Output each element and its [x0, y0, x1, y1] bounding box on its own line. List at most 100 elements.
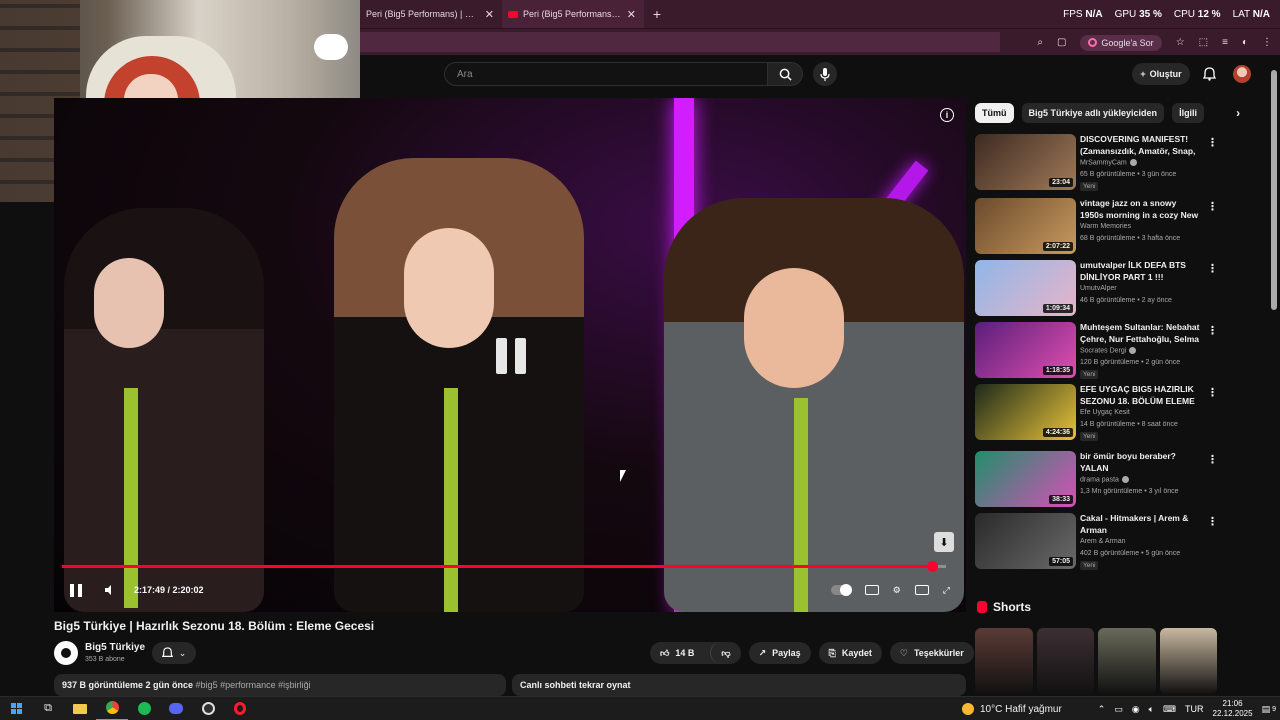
chip-from-uploader[interactable]: Big5 Türkiye adlı yükleyiciden [1021, 103, 1165, 123]
recommended-video[interactable]: 4:24:36 EFE UYGAÇ BIG5 HAZIRLIK SEZONU 18… [975, 384, 1220, 444]
recommended-title[interactable]: DISCOVERING MANIFEST! (Zamansızdık, Amat… [1080, 134, 1202, 157]
recommended-video[interactable]: 1:18:35 Muhteşem Sultanlar: Nebahat Çehre… [975, 322, 1220, 382]
recommended-title[interactable]: Muhteşem Sultanlar: Nebahat Çehre, Nur F… [1080, 322, 1202, 345]
video-thumbnail[interactable]: 57:05 [975, 513, 1076, 569]
recommended-channel[interactable]: drama pasta [1080, 476, 1129, 483]
cast-icon[interactable]: ▢ [1057, 37, 1066, 48]
video-thumbnail[interactable]: 23:04 [975, 134, 1076, 190]
kebab-menu-icon[interactable]: ⋮ [1262, 37, 1272, 48]
recommended-channel[interactable]: Efe Uygaç Kesit [1080, 409, 1130, 416]
clock[interactable]: 21:06 22.12.2025 [1213, 699, 1253, 719]
recommended-title[interactable]: bir ömür boyu beraber? YALAN [1080, 451, 1202, 474]
dislike-button[interactable]: 👎︎ [710, 642, 740, 664]
notifications-button[interactable] [1199, 64, 1219, 84]
keyboard-icon[interactable]: ⌨ [1163, 704, 1176, 715]
browser-tab-1[interactable]: Peri (Big5 Performans) | 5. Grup ✕ [360, 0, 502, 28]
account-avatar[interactable] [1233, 65, 1251, 83]
language-indicator[interactable]: TUR [1185, 704, 1204, 714]
save-button[interactable]: ⎘ Kaydet [818, 642, 882, 664]
bookmark-star-icon[interactable]: ☆ [1176, 37, 1185, 48]
description-box[interactable]: 937 B görüntüleme 2 gün önce #big5 #perf… [54, 674, 506, 696]
pause-button[interactable] [70, 583, 82, 597]
browser-tab-2[interactable]: Peri (Big5 Performans) | 6. Grup ✕ [502, 0, 644, 28]
subscribed-button[interactable]: ⌄ [152, 642, 196, 664]
recommended-video[interactable]: 38:33 bir ömür boyu beraber? YALAN drama p… [975, 451, 1220, 511]
address-bar[interactable] [360, 32, 1000, 52]
recommended-channel[interactable]: Socrates Dergi [1080, 347, 1137, 354]
notification-center-button[interactable]: ▤ 9 [1262, 704, 1276, 715]
recommended-video[interactable]: 2:07:22 vintage jazz on a snowy 1950s mor… [975, 198, 1220, 258]
volume-button[interactable] [104, 584, 116, 596]
pause-overlay-icon[interactable] [496, 338, 526, 374]
spotify-button[interactable] [128, 697, 160, 720]
reading-list-icon[interactable]: ≡ [1222, 37, 1228, 48]
recommended-title[interactable]: Cakal - Hitmakers | Arem & Arman [1080, 513, 1202, 536]
autoplay-toggle[interactable] [830, 584, 852, 596]
kebab-menu-icon[interactable]: ⋮ [1207, 386, 1218, 399]
network-icon[interactable]: ◉ [1132, 704, 1140, 715]
settings-gear-icon[interactable]: ⚙ [893, 585, 901, 596]
video-thumbnail[interactable]: 1:09:34 [975, 260, 1076, 316]
kebab-menu-icon[interactable]: ⋮ [1207, 262, 1218, 275]
video-thumbnail[interactable]: 38:33 [975, 451, 1076, 507]
close-icon[interactable]: ✕ [627, 8, 636, 21]
short-thumbnail[interactable] [1098, 628, 1156, 694]
zoom-icon[interactable]: ⌕ [1037, 37, 1043, 48]
kebab-menu-icon[interactable]: ⋮ [1207, 515, 1218, 528]
recommended-title[interactable]: EFE UYGAÇ BIG5 HAZIRLIK SEZONU 18. BÖLÜM… [1080, 384, 1202, 407]
chevron-right-icon[interactable]: › [1236, 106, 1240, 120]
new-tab-button[interactable]: + [644, 6, 670, 22]
obs-button[interactable] [192, 697, 224, 720]
kebab-menu-icon[interactable]: ⋮ [1207, 200, 1218, 213]
thanks-button[interactable]: ♡ Teşekkürler [889, 642, 974, 664]
recommended-channel[interactable]: Warm Memories [1080, 223, 1131, 230]
like-button[interactable]: 👍︎ 14 B [650, 642, 704, 664]
hashtags[interactable]: #big5 #performance #işbirliği [196, 680, 311, 690]
extensions-icon[interactable]: ⬚ [1199, 37, 1208, 48]
progress-scrubber[interactable] [926, 561, 938, 572]
voice-search-button[interactable] [813, 62, 837, 86]
kebab-menu-icon[interactable]: ⋮ [1207, 324, 1218, 337]
recommended-video[interactable]: 57:05 Cakal - Hitmakers | Arem & Arman Are… [975, 513, 1220, 573]
kebab-menu-icon[interactable]: ⋮ [1207, 136, 1218, 149]
close-icon[interactable]: ✕ [485, 8, 494, 21]
short-thumbnail[interactable] [1036, 628, 1094, 694]
discord-button[interactable] [160, 697, 192, 720]
recommended-title[interactable]: vintage jazz on a snowy 1950s morning in… [1080, 198, 1202, 221]
recommended-video[interactable]: 23:04 DISCOVERING MANIFEST! (Zamansızdık,… [975, 134, 1220, 194]
theater-mode-icon[interactable] [914, 585, 929, 595]
opera-button[interactable] [224, 697, 256, 720]
fullscreen-icon[interactable]: ⤢ [943, 585, 950, 596]
video-player[interactable]: i ⬇ 2:17:49 / 2:20:02 ⚙ ⤢ [54, 98, 966, 612]
chevron-up-icon[interactable]: ⌃ [1098, 704, 1106, 715]
recommended-channel[interactable]: UmutvAlper [1080, 285, 1117, 292]
chip-related[interactable]: İlgili [1172, 103, 1205, 123]
search-input[interactable]: Ara [444, 62, 768, 86]
recommended-channel[interactable]: MrSammyCam [1080, 159, 1137, 166]
download-icon[interactable]: ⬇ [934, 532, 954, 552]
channel-avatar[interactable] [54, 641, 78, 665]
weather-widget[interactable]: 10°C Hafif yağmur [962, 697, 1062, 720]
info-icon[interactable]: i [940, 108, 954, 122]
progress-bar[interactable] [62, 561, 946, 572]
channel-name[interactable]: Big5 Türkiye [85, 642, 145, 653]
file-explorer-button[interactable] [64, 697, 96, 720]
google-ask-button[interactable]: Google'a Sor [1080, 34, 1162, 51]
chip-all[interactable]: Tümü [975, 103, 1014, 123]
recommended-channel[interactable]: Arem & Arman [1080, 538, 1126, 545]
page-scrollbar[interactable] [1271, 70, 1277, 310]
search-button[interactable] [767, 62, 803, 86]
share-button[interactable]: ↗ Paylaş [748, 642, 811, 664]
subtitles-icon[interactable] [864, 585, 879, 595]
short-thumbnail[interactable] [975, 628, 1033, 694]
start-button[interactable] [0, 697, 32, 720]
battery-icon[interactable]: ▭ [1114, 704, 1123, 715]
chrome-button[interactable] [96, 697, 128, 720]
video-thumbnail[interactable]: 4:24:36 [975, 384, 1076, 440]
task-view-button[interactable]: ⧉ [32, 697, 64, 720]
profile-icon[interactable]: ◐ [1242, 37, 1248, 48]
speaker-icon[interactable]: 🔈︎ [1149, 704, 1154, 715]
short-thumbnail[interactable] [1159, 628, 1217, 694]
recommended-title[interactable]: umutvalper İLK DEFA BTS DİNLİYOR PART 1 … [1080, 260, 1202, 283]
video-thumbnail[interactable]: 2:07:22 [975, 198, 1076, 254]
